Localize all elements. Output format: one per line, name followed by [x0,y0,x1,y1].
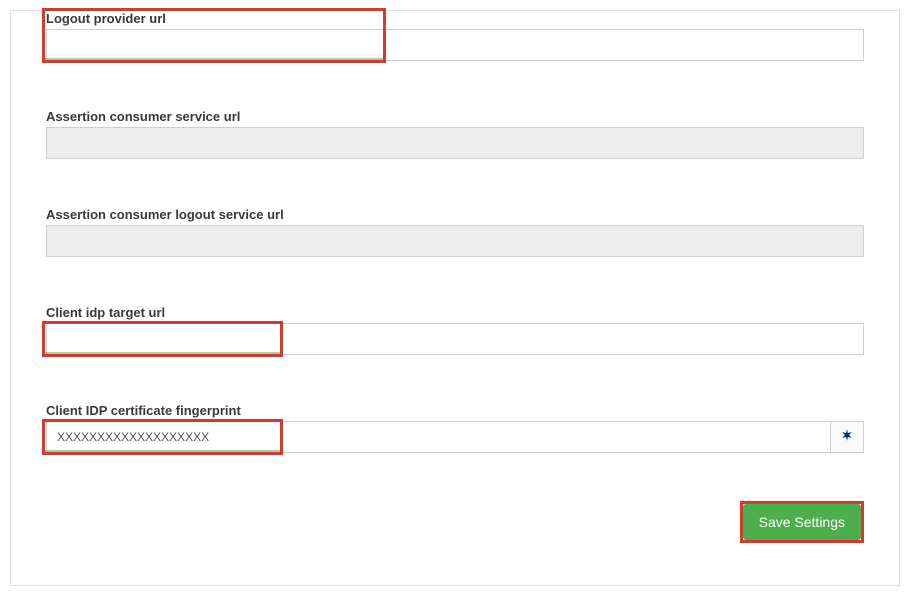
save-settings-button[interactable]: Save Settings [743,504,861,540]
acs-logout-url-input [46,225,864,257]
form-group-acs-url: Assertion consumer service url [46,109,864,159]
form-group-logout-provider-url: Logout provider url [46,11,864,61]
label-logout-provider-url: Logout provider url [46,11,864,26]
form-group-client-idp-cert-fingerprint: Client IDP certificate fingerprint [46,403,864,453]
label-acs-url: Assertion consumer service url [46,109,864,124]
input-wrap [46,323,864,355]
form-group-acs-logout-url: Assertion consumer logout service url [46,207,864,257]
input-wrap [46,127,864,159]
acs-url-input [46,127,864,159]
form-group-client-idp-target-url: Client idp target url [46,305,864,355]
asterisk-icon [840,428,854,447]
label-client-idp-target-url: Client idp target url [46,305,864,320]
input-wrap [46,421,864,453]
save-row: Save Settings [46,501,864,543]
client-idp-cert-fingerprint-input[interactable] [46,421,830,453]
client-idp-target-url-input[interactable] [46,323,864,355]
settings-panel: Logout provider url Assertion consumer s… [10,10,900,586]
input-wrap [46,29,864,61]
label-client-idp-cert-fingerprint: Client IDP certificate fingerprint [46,403,864,418]
fingerprint-action-button[interactable] [830,421,864,453]
label-acs-logout-url: Assertion consumer logout service url [46,207,864,222]
input-wrap [46,225,864,257]
save-wrap: Save Settings [740,501,864,543]
logout-provider-url-input[interactable] [46,29,864,61]
